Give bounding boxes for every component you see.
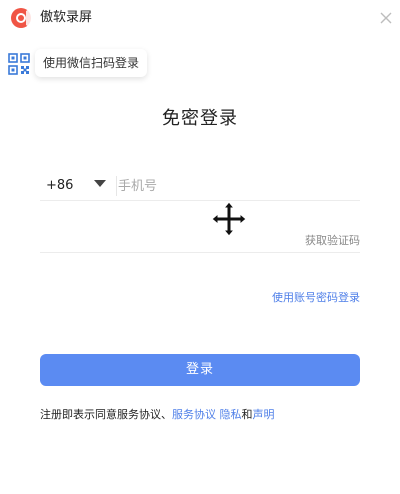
move-cursor-icon bbox=[211, 201, 247, 237]
get-code-button[interactable]: 获取验证码 bbox=[305, 232, 360, 248]
wechat-qr-login-button[interactable]: 使用微信扫码登录 bbox=[35, 49, 148, 77]
agreement-prefix: 注册即表示同意服务协议、 bbox=[40, 408, 172, 421]
service-agreement-link[interactable]: 服务协议 bbox=[172, 408, 216, 421]
account-password-login-link[interactable]: 使用账号密码登录 bbox=[272, 289, 360, 305]
app-title: 傲软录屏 bbox=[40, 10, 93, 25]
login-button[interactable]: 登录 bbox=[40, 354, 360, 386]
close-icon[interactable] bbox=[378, 10, 394, 26]
agreement-text: 注册即表示同意服务协议、服务协议 隐私和声明 bbox=[40, 406, 275, 422]
agreement-connector: 和 bbox=[241, 408, 253, 421]
code-row: 获取验证码 bbox=[40, 224, 360, 253]
phone-input[interactable] bbox=[118, 175, 354, 197]
privacy-link[interactable]: 隐私 bbox=[220, 408, 242, 421]
qr-code-icon[interactable] bbox=[8, 53, 30, 75]
country-code-selector[interactable]: +86 bbox=[46, 178, 73, 193]
record-logo-icon bbox=[11, 7, 32, 29]
divider bbox=[116, 176, 117, 196]
verification-code-input[interactable] bbox=[46, 227, 286, 249]
page-title: 免密登录 bbox=[162, 108, 238, 129]
statement-link[interactable]: 声明 bbox=[253, 408, 275, 421]
chevron-down-icon[interactable] bbox=[94, 180, 106, 187]
title-bar: 傲软录屏 bbox=[0, 0, 400, 36]
phone-row: +86 bbox=[40, 172, 360, 201]
